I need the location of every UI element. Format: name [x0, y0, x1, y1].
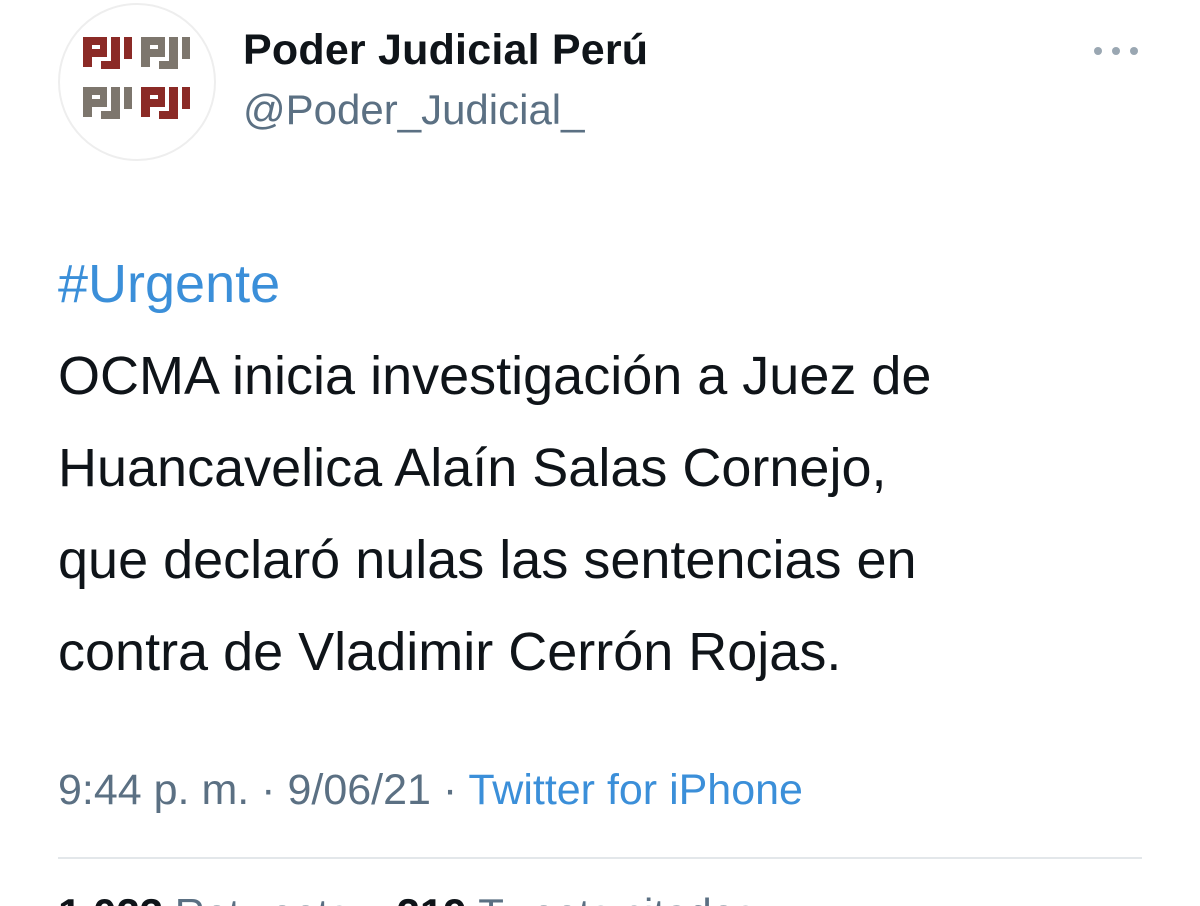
- tweet-stats: 1.023 Retweets 219 Tweets citados: [58, 890, 756, 906]
- tweet-time[interactable]: 9:44 p. m.: [58, 766, 249, 814]
- tweet-detail: Poder Judicial Perú @Poder_Judicial_ #Ur…: [0, 0, 1200, 906]
- tweet-text-line: OCMA inicia investigación a Juez de: [58, 346, 932, 406]
- more-horizontal-icon[interactable]: [1094, 40, 1138, 62]
- tweet-metadata: 9:44 p. m. · 9/06/21 · Twitter for iPhon…: [58, 766, 803, 815]
- poder-judicial-logo-icon: [83, 37, 190, 119]
- tweet-date[interactable]: 9/06/21: [287, 766, 430, 814]
- meta-separator: ·: [261, 766, 276, 814]
- avatar[interactable]: [58, 3, 216, 161]
- author-handle[interactable]: @Poder_Judicial_: [243, 86, 585, 134]
- tweet-source-link[interactable]: Twitter for iPhone: [468, 766, 803, 814]
- retweets-count[interactable]: 1.023: [58, 890, 163, 906]
- hashtag-link[interactable]: #Urgente: [58, 238, 1168, 330]
- retweets-label[interactable]: Retweets: [175, 890, 350, 906]
- quotes-count[interactable]: 219: [397, 890, 467, 906]
- tweet-text-line: contra de Vladimir Cerrón Rojas.: [58, 622, 842, 682]
- meta-separator: ·: [442, 766, 458, 814]
- dot: [1112, 47, 1120, 55]
- dot: [1130, 47, 1138, 55]
- quotes-label[interactable]: Tweets citados: [478, 890, 756, 906]
- tweet-text: #Urgente OCMA inicia investigación a Jue…: [58, 238, 1168, 698]
- tweet-text-line: que declaró nulas las sentencias en: [58, 530, 917, 590]
- author-display-name[interactable]: Poder Judicial Perú: [243, 26, 648, 75]
- dot: [1094, 47, 1102, 55]
- divider: [58, 857, 1142, 859]
- tweet-text-line: Huancavelica Alaín Salas Cornejo,: [58, 438, 887, 498]
